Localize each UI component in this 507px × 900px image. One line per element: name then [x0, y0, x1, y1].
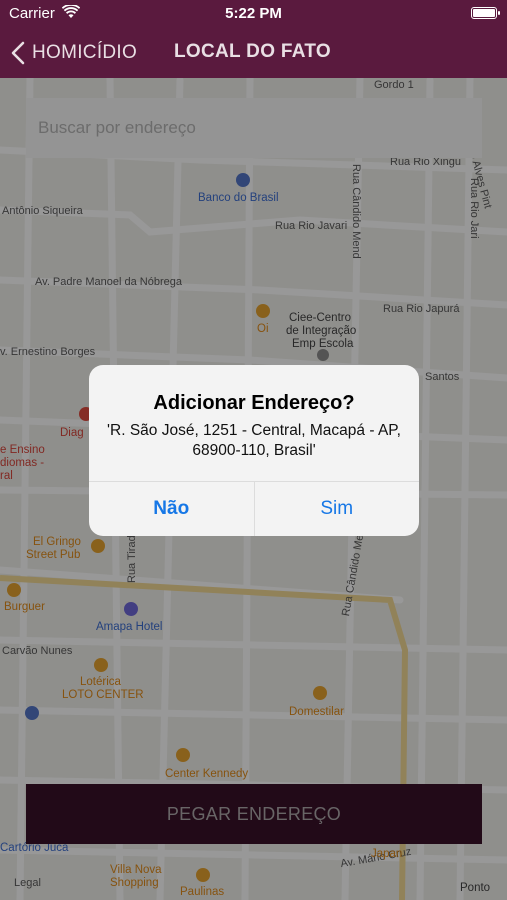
clock: 5:22 PM: [225, 5, 282, 22]
confirm-button[interactable]: Sim: [255, 482, 420, 536]
back-button[interactable]: HOMICÍDIO: [10, 38, 137, 68]
page-title: LOCAL DO FATO: [174, 41, 331, 62]
cancel-button[interactable]: Não: [89, 482, 255, 536]
alert-message: 'R. São José, 1251 - Central, Macapá - A…: [107, 422, 401, 459]
alert-buttons: Não Sim: [89, 481, 419, 536]
back-label: HOMICÍDIO: [32, 42, 138, 63]
chevron-left-icon: [11, 41, 25, 65]
add-address-alert: Adicionar Endereço? 'R. São José, 1251 -…: [89, 365, 419, 536]
nav-bar: HOMICÍDIO LOCAL DO FATO: [0, 28, 507, 78]
alert-title: Adicionar Endereço?: [153, 392, 355, 414]
status-bar: Carrier 5:22 PM: [0, 0, 507, 28]
battery-icon: [471, 7, 500, 19]
